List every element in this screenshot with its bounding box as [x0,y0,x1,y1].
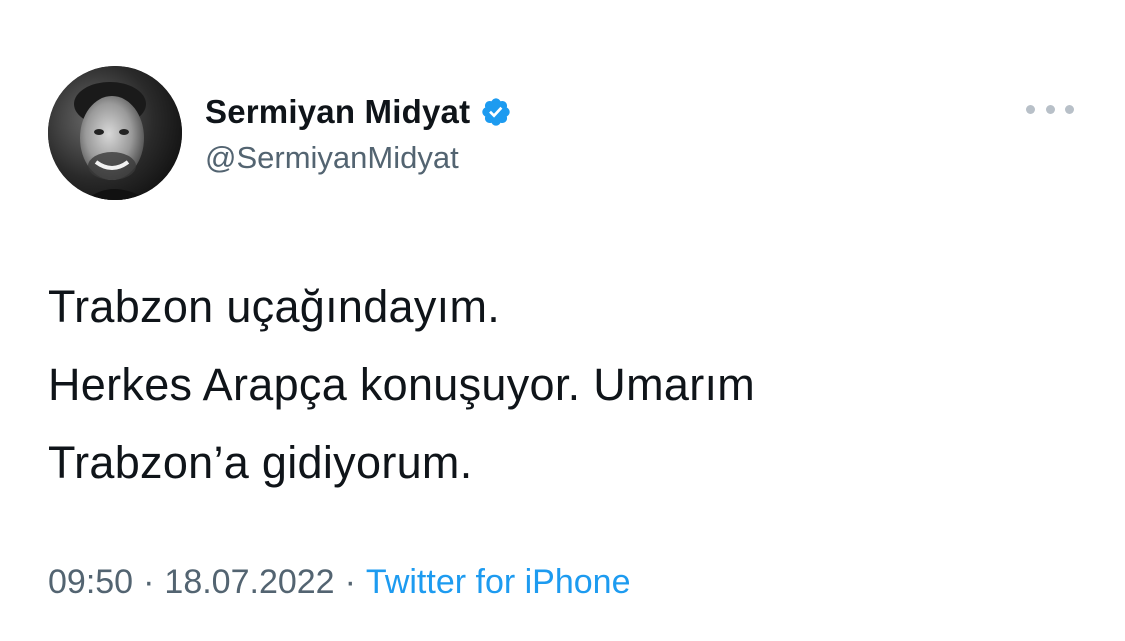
tweet-source-link[interactable]: Twitter for iPhone [366,563,631,602]
meta-separator: · [344,563,356,601]
author-name-row: Sermiyan Midyat [205,90,512,134]
tweet-date[interactable]: 18.07.2022 [164,563,334,602]
tweet-text-line: Trabzon’a gidiyorum. [48,437,473,488]
author-display-name[interactable]: Sermiyan Midyat [205,93,470,131]
more-dot [1045,104,1055,114]
author-handle[interactable]: @SermiyanMidyat [205,140,459,176]
meta-separator: · [143,563,155,601]
more-options-icon[interactable] [1026,96,1074,122]
tweet-card: Sermiyan Midyat @SermiyanMidyat Trabzon … [0,0,1125,641]
avatar-image [48,66,182,200]
tweet-text-line: Trabzon uçağındayım. [48,281,501,332]
tweet-text: Trabzon uçağındayım. Herkes Arapça konuş… [48,268,1088,502]
more-dot [1026,104,1035,114]
more-dot [1065,104,1074,114]
avatar[interactable] [48,66,182,200]
tweet-text-line: Herkes Arapça konuşuyor. Umarım [48,359,756,410]
tweet-time[interactable]: 09:50 [48,563,133,602]
verified-badge-icon [480,96,512,128]
tweet-metadata: 09:50 · 18.07.2022 · Twitter for iPhone [48,563,630,602]
